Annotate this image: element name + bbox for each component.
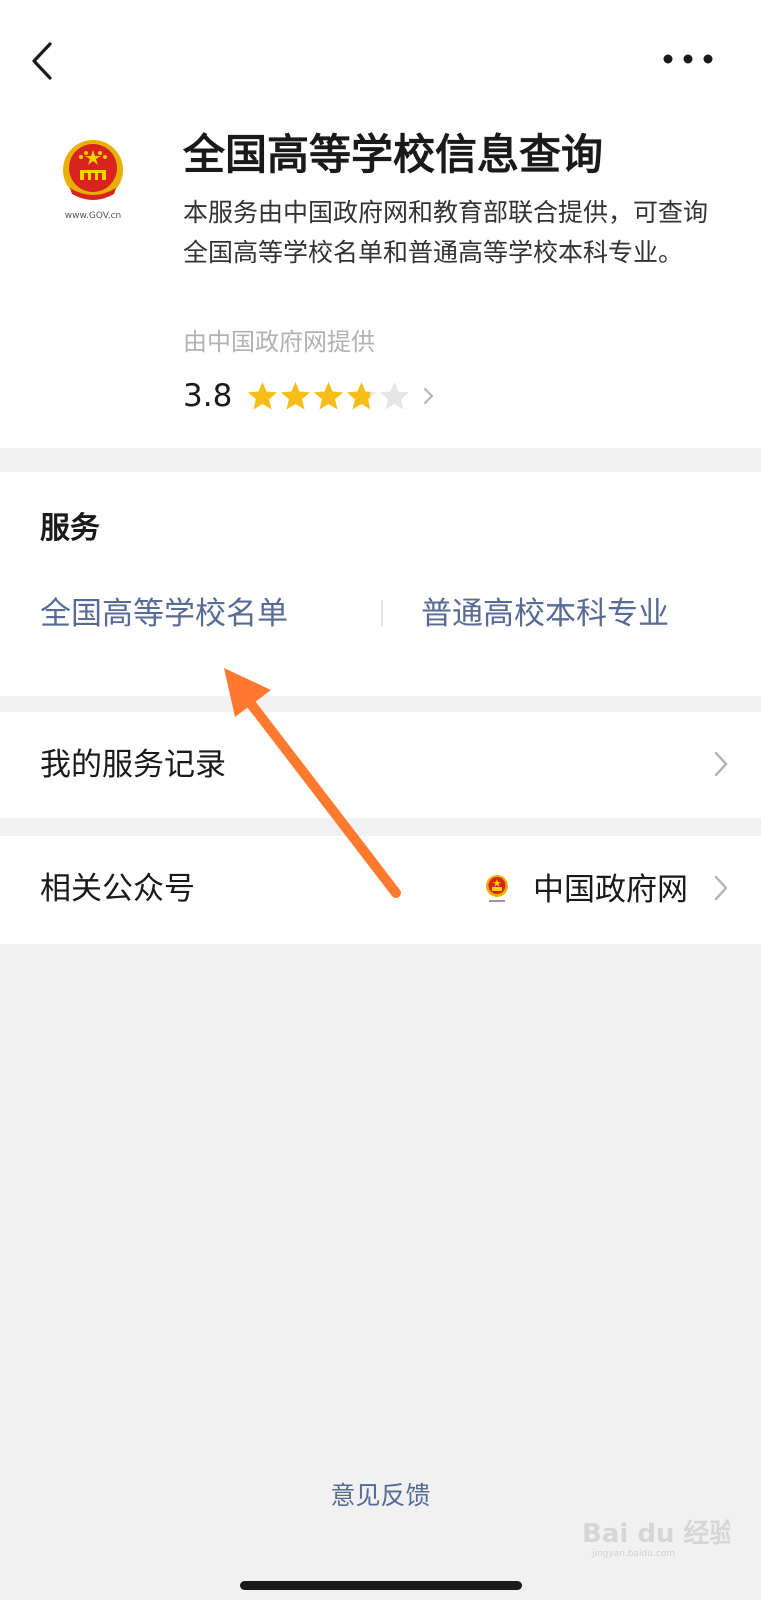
star-icon (314, 381, 344, 409)
services-card: 服务 全国高等学校名单 普通高校本科专业 (0, 472, 761, 696)
related-account-row[interactable]: 相关公众号 中国政府网 (0, 836, 761, 944)
app-description: 本服务由中国政府网和教育部联合提供，可查询全国高等学校名单和普通高等学校本科专业… (183, 198, 709, 267)
logo-text: www.GOV.cn (65, 211, 122, 221)
feedback-link[interactable]: 意见反馈 (0, 1476, 761, 1516)
service-records-label: 我的服务记录 (40, 747, 226, 783)
service-undergrad-majors-link[interactable]: 普通高校本科专业 (421, 592, 669, 636)
back-chevron-icon (32, 42, 52, 80)
rating-stars (246, 380, 411, 413)
star-icon (281, 381, 311, 409)
rating-value: 3.8 (183, 378, 233, 414)
baidu-watermark-icon: Bai du 经验 jingyan.baidu.com (582, 1518, 730, 1558)
more-dots-icon (663, 54, 713, 64)
app-logo: www.GOV.cn (50, 130, 150, 230)
page-title: 全国高等学校信息查询 (183, 130, 604, 179)
provider-text: 由中国政府网提供 (183, 328, 375, 356)
national-emblem-icon: www.GOV.cn (63, 140, 123, 221)
service-divider (381, 600, 383, 626)
rating-row[interactable]: 3.8 (183, 372, 437, 420)
services-title: 服务 (40, 511, 100, 546)
star-icon (347, 381, 377, 409)
star-icon (380, 381, 410, 409)
more-button[interactable] (660, 46, 716, 72)
service-records-row[interactable]: 我的服务记录 (0, 712, 761, 818)
back-button[interactable] (26, 38, 66, 84)
watermark-subtext: jingyan.baidu.com (591, 1549, 675, 1558)
chevron-right-icon (424, 388, 434, 404)
gov-emblem-icon (486, 875, 508, 902)
star-icon (248, 381, 278, 409)
chevron-right-icon (714, 751, 728, 777)
related-account-name: 中国政府网 (533, 872, 688, 908)
watermark-text: Bai du 经验 (582, 1518, 730, 1549)
home-indicator[interactable] (240, 1581, 522, 1590)
related-account-label: 相关公众号 (40, 871, 195, 907)
chevron-right-icon (714, 875, 728, 901)
service-college-list-link[interactable]: 全国高等学校名单 (40, 592, 288, 636)
